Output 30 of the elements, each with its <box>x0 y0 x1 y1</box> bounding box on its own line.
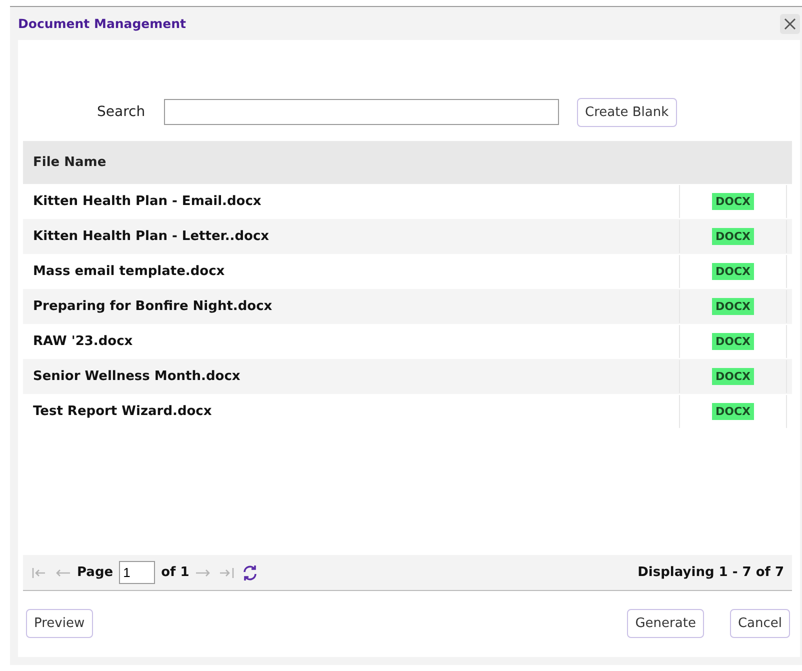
file-type-badge: DOCX <box>712 193 754 210</box>
search-field[interactable] <box>164 99 559 125</box>
create-blank-button[interactable]: Create Blank <box>577 98 677 126</box>
column-header: File Name <box>33 155 106 170</box>
dialog-button[interactable]: Preview <box>26 609 93 638</box>
table-cell-text: Kitten Health Plan - Email.docx <box>32 194 262 209</box>
table-cell-text: Test Report Wizard.docx <box>32 404 213 419</box>
dialog-button[interactable]: Cancel <box>730 609 790 638</box>
window-title: Document Management <box>18 16 186 31</box>
close-icon <box>784 18 796 30</box>
paging-status: Displaying 1 - 7 of 7 <box>638 565 784 580</box>
file-type-badge: DOCX <box>712 298 754 315</box>
page-field[interactable]: 1 <box>119 561 156 584</box>
dialog-button[interactable]: Generate <box>627 609 704 638</box>
page-total: of 1 <box>161 565 190 580</box>
table-cell-text: RAW '23.docx <box>32 334 134 349</box>
file-type-badge: DOCX <box>712 403 754 420</box>
table-cell-text: Senior Wellness Month.docx <box>32 369 242 384</box>
table-cell-text: Preparing for Bonfire Night.docx <box>32 299 274 314</box>
refresh-button[interactable] <box>241 564 260 582</box>
file-type-badge: DOCX <box>712 228 754 245</box>
close-button[interactable] <box>780 14 800 34</box>
file-type-badge: DOCX <box>712 263 754 280</box>
refresh-icon <box>241 564 260 582</box>
page-label: Page <box>77 565 114 580</box>
file-type-badge: DOCX <box>712 333 754 350</box>
search-label: Search <box>97 104 146 120</box>
table-cell-text: Kitten Health Plan - Letter..docx <box>32 229 270 244</box>
file-type-badge: DOCX <box>712 368 754 385</box>
table-cell-text: Mass email template.docx <box>32 264 226 279</box>
